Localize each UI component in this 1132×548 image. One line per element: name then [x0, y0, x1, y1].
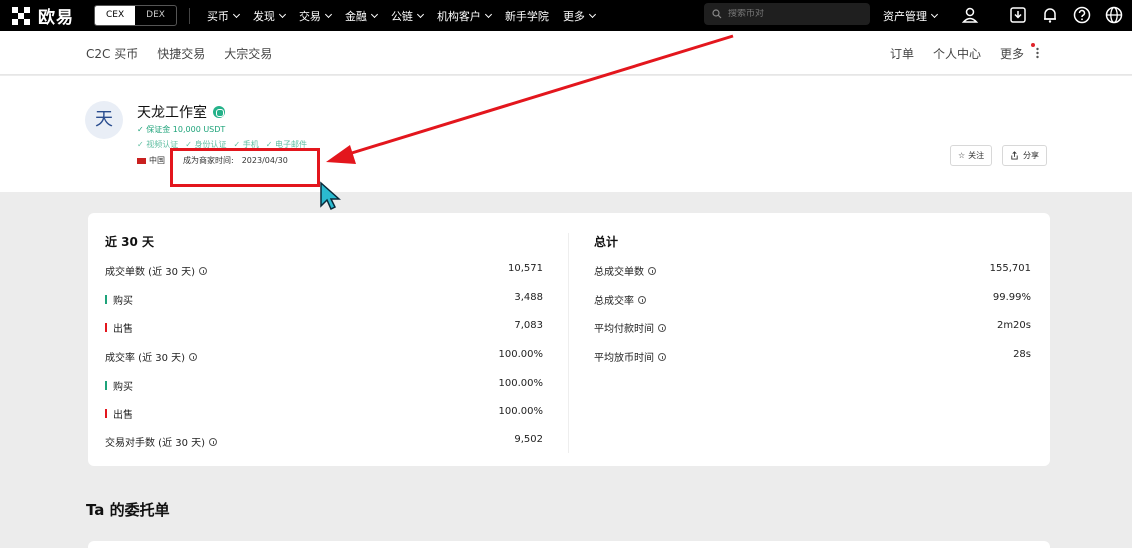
nav-item-trade[interactable]: 交易 [299, 8, 332, 24]
okx-logo-icon [12, 6, 34, 25]
chevron-down-icon [588, 10, 596, 18]
cex-tab[interactable]: CEX [95, 6, 136, 25]
subnav-block-trade[interactable]: 大宗交易 [224, 45, 272, 62]
nav-item-more[interactable]: 更多 [563, 8, 596, 24]
stat-value: 100.00% [498, 378, 544, 389]
logo-text: 欧易 [38, 8, 74, 28]
cex-dex-toggle: CEX DEX [94, 5, 177, 26]
stat-row-completion-30d: 成交率 (近 30 天) [105, 349, 198, 364]
china-flag-icon [137, 157, 146, 164]
orders-section-title: Ta 的委托单 [86, 501, 170, 519]
share-icon [1011, 151, 1018, 160]
green-bar-marker [105, 295, 107, 304]
merchant-name: 天龙工作室 [137, 102, 225, 122]
stat-value: 99.99% [992, 292, 1031, 303]
info-icon[interactable] [658, 323, 666, 332]
stat-row-buy: 购买 [105, 292, 133, 307]
subnav-c2c-buy[interactable]: C2C 买币 [86, 45, 138, 62]
last-30-days-title: 近 30 天 [105, 235, 155, 249]
stat-row-sell-rate: 出售 [105, 406, 133, 421]
share-button[interactable]: 分享 [1002, 145, 1047, 166]
stat-row-total-orders: 总成交单数 [594, 263, 656, 278]
country: 中国 [149, 156, 165, 165]
notification-dot [1031, 43, 1035, 47]
info-icon[interactable] [658, 352, 666, 361]
chevron-down-icon [324, 10, 332, 18]
more-vertical-icon[interactable] [1036, 47, 1039, 59]
red-bar-marker [105, 409, 107, 418]
verified-badge-icon [213, 106, 225, 118]
stat-row-avg-release-time: 平均放币时间 [594, 349, 666, 364]
stat-row-orders-30d: 成交单数 (近 30 天) [105, 263, 208, 278]
dex-tab[interactable]: DEX [135, 6, 176, 25]
help-icon[interactable] [1072, 5, 1092, 25]
nav-item-buy-crypto[interactable]: 买币 [207, 8, 240, 24]
subnav-orders[interactable]: 订单 [890, 45, 914, 62]
info-icon[interactable] [209, 437, 218, 446]
info-icon[interactable] [199, 266, 208, 275]
chevron-down-icon [484, 10, 492, 18]
info-icon[interactable] [189, 352, 198, 361]
info-icon[interactable] [638, 295, 646, 304]
bell-icon[interactable] [1040, 5, 1060, 25]
stat-row-counterparties-30d: 交易对手数 (近 30 天) [105, 434, 218, 449]
deposit-info: ✓ 保证金 10,000 USDT [137, 125, 226, 134]
stat-value: 2m20s [996, 320, 1031, 331]
stat-value: 100.00% [498, 349, 544, 360]
sub-nav-bar: C2C 买币 快捷交易 大宗交易 订单 个人中心 更多 [0, 31, 1132, 75]
nav-item-institutional[interactable]: 机构客户 [437, 8, 492, 24]
search-icon [712, 9, 722, 19]
main-nav: 买币 发现 交易 金融 公链 机构客户 新手学院 更多 [200, 8, 602, 24]
star-icon: ☆ [958, 151, 966, 160]
stat-value: 9,502 [514, 434, 543, 445]
highlight-box [170, 148, 320, 187]
subnav-personal-center[interactable]: 个人中心 [933, 45, 981, 62]
search-input[interactable] [728, 9, 858, 19]
top-nav-bar: 欧易 CEX DEX 买币 发现 交易 金融 公链 机构客户 新手学院 更多 资… [0, 0, 1132, 31]
stat-row-sell: 出售 [105, 320, 133, 335]
chevron-down-icon [370, 10, 378, 18]
asset-management-menu[interactable]: 资产管理 [883, 8, 939, 24]
stat-value: 7,083 [514, 320, 543, 331]
nav-divider [188, 7, 190, 24]
stat-row-total-rate: 总成交率 [594, 292, 646, 307]
nav-item-finance[interactable]: 金融 [345, 8, 378, 24]
stat-value: 155,701 [989, 263, 1031, 274]
user-icon[interactable] [960, 5, 980, 25]
subnav-quick-trade[interactable]: 快捷交易 [157, 45, 205, 62]
total-title: 总计 [594, 235, 619, 249]
info-icon[interactable] [648, 266, 656, 275]
mouse-cursor-icon [320, 181, 341, 211]
stats-card: 近 30 天 成交单数 (近 30 天) 10,571 购买 3,488 出售 … [88, 213, 1050, 466]
follow-button[interactable]: ☆ 关注 [950, 145, 993, 166]
chevron-down-icon [232, 10, 240, 18]
download-icon[interactable] [1008, 5, 1028, 25]
orders-card [88, 541, 1050, 548]
green-bar-marker [105, 381, 107, 390]
nav-item-academy[interactable]: 新手学院 [505, 8, 549, 24]
okx-logo[interactable]: 欧易 [12, 3, 74, 28]
search-box[interactable] [704, 3, 870, 25]
subnav-more[interactable]: 更多 [1000, 45, 1024, 62]
nav-item-chain[interactable]: 公链 [391, 8, 424, 24]
stat-value: 100.00% [498, 406, 544, 417]
chevron-down-icon [416, 10, 424, 18]
column-divider [568, 233, 569, 453]
stat-value: 10,571 [508, 263, 543, 274]
stat-value: 28s [1013, 349, 1031, 360]
nav-item-discover[interactable]: 发现 [253, 8, 286, 24]
chevron-down-icon [278, 10, 286, 18]
red-bar-marker [105, 323, 107, 332]
avatar: 天 [85, 101, 123, 139]
stat-value: 3,488 [514, 292, 543, 303]
stat-row-avg-pay-time: 平均付款时间 [594, 320, 666, 335]
globe-icon[interactable] [1104, 5, 1124, 25]
stat-row-buy-rate: 购买 [105, 378, 133, 393]
chevron-down-icon [930, 10, 939, 19]
